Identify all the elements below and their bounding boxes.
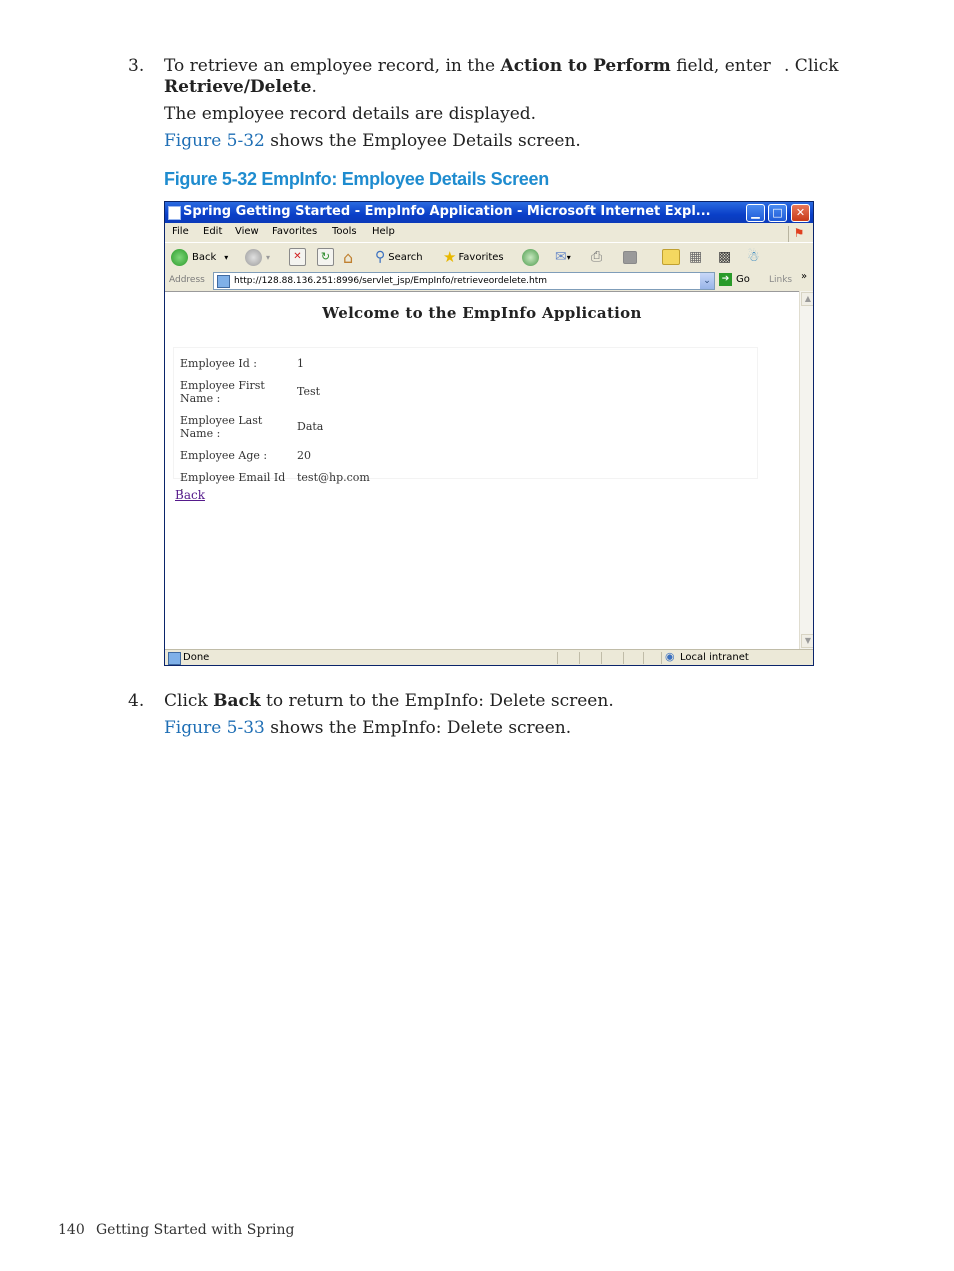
ie-page-icon — [168, 206, 181, 220]
mail-icon: ✉ — [555, 249, 567, 265]
employee-first-name-label: Employee First Name : — [180, 379, 265, 405]
windows-logo-icon: ⚑ — [788, 226, 809, 242]
step-4-line1: Click Back to return to the EmpInfo: Del… — [164, 691, 614, 711]
back-arrow-icon — [171, 248, 188, 266]
maximize-button[interactable]: □ — [768, 204, 787, 222]
discuss-icon — [662, 249, 680, 265]
employee-last-name-value: Data — [297, 420, 324, 433]
page-heading: Welcome to the EmpInfo Application — [322, 304, 642, 322]
back-link[interactable]: Back — [175, 488, 205, 502]
history-button[interactable] — [522, 247, 543, 267]
window-title: Spring Getting Started - EmpInfo Applica… — [183, 204, 711, 219]
menu-tools[interactable]: Tools — [332, 226, 357, 237]
favorites-star-icon: ★ — [443, 248, 457, 266]
research-icon: ▦ — [689, 249, 703, 265]
step-3-line1: To retrieve an employee record, in the A… — [164, 56, 771, 76]
links-label[interactable]: Links — [769, 275, 792, 285]
edit-icon — [623, 250, 637, 264]
menu-file[interactable]: File — [172, 226, 189, 237]
address-dropdown-icon[interactable]: ⌄ — [700, 273, 714, 289]
go-button[interactable]: ➔ Go — [719, 273, 750, 286]
menu-help[interactable]: Help — [372, 226, 395, 237]
go-arrow-icon: ➔ — [719, 273, 732, 286]
print-icon: ⎙ — [591, 249, 603, 265]
step-4-number: 4. — [128, 691, 145, 711]
intranet-globe-icon: ◉ — [665, 650, 675, 663]
search-button[interactable]: ⚲ Search — [375, 247, 423, 267]
vertical-scrollbar[interactable]: ▲ ▼ — [799, 291, 813, 649]
page-done-icon — [168, 652, 181, 665]
minimize-button[interactable]: ▁ — [746, 204, 765, 222]
address-input[interactable]: http://128.88.136.251:8996/servlet_jsp/E… — [213, 272, 715, 290]
binary-tool-button[interactable]: ▩ — [718, 247, 731, 267]
address-label: Address — [169, 275, 205, 285]
close-button[interactable]: ✕ — [791, 204, 810, 222]
page-content: Welcome to the EmpInfo Application Emplo… — [165, 291, 799, 650]
menu-bar: File Edit View Favorites Tools Help ⚑ — [165, 223, 813, 242]
figure-5-32-link[interactable]: Figure 5-32 — [164, 131, 265, 151]
employee-age-value: 20 — [297, 449, 311, 462]
employee-id-label: Employee Id : — [180, 357, 257, 370]
research-button[interactable]: ▦ — [689, 247, 702, 267]
mail-button[interactable]: ✉ ▾ — [555, 247, 571, 267]
refresh-button[interactable]: ↻ — [317, 247, 334, 267]
footer-title: Getting Started with Spring — [96, 1222, 295, 1238]
messenger-button[interactable]: ☃ — [747, 247, 760, 267]
links-chevron-icon[interactable]: » — [801, 271, 807, 282]
step-4-figure-ref: Figure 5-33 shows the EmpInfo: Delete sc… — [164, 718, 572, 738]
employee-email-value: test@hp.com — [297, 471, 370, 484]
messenger-icon: ☃ — [747, 249, 760, 265]
status-text: Done — [183, 652, 210, 663]
menu-view[interactable]: View — [235, 226, 259, 237]
browser-window: Spring Getting Started - EmpInfo Applica… — [164, 201, 814, 666]
step-3-details: The employee record details are displaye… — [164, 104, 537, 124]
address-bar: Address http://128.88.136.251:8996/servl… — [165, 271, 813, 291]
home-button[interactable]: ⌂ — [343, 247, 353, 267]
refresh-icon: ↻ — [317, 248, 334, 266]
scroll-down-icon[interactable]: ▼ — [801, 634, 813, 648]
menu-edit[interactable]: Edit — [203, 226, 222, 237]
discuss-button[interactable] — [662, 247, 680, 267]
history-icon — [522, 248, 539, 266]
employee-first-name-value: Test — [297, 385, 321, 398]
stop-button[interactable]: ✕ — [289, 247, 306, 267]
step-3-number: 3. — [128, 56, 145, 76]
status-bar: Done ◉ Local intranet — [165, 649, 813, 665]
edit-button[interactable] — [623, 247, 637, 267]
print-button[interactable]: ⎙ — [591, 247, 602, 267]
zone-text: Local intranet — [680, 652, 749, 663]
scroll-up-icon[interactable]: ▲ — [801, 292, 813, 306]
back-dropdown-icon[interactable]: ▾ — [224, 253, 228, 262]
forward-button[interactable]: ▾ — [245, 247, 270, 267]
figure-caption: Figure 5-32 EmpInfo: Employee Details Sc… — [164, 169, 549, 189]
employee-id-value: 1 — [297, 357, 304, 370]
employee-last-name-label: Employee Last Name : — [180, 414, 263, 440]
step-3-line2: Retrieve/Delete. — [164, 77, 317, 97]
binary-tool-icon: ▩ — [718, 249, 732, 265]
mail-dropdown-icon[interactable]: ▾ — [567, 253, 571, 262]
forward-dropdown-icon[interactable]: ▾ — [266, 253, 270, 262]
back-button[interactable]: Back ▾ — [171, 247, 228, 267]
employee-age-label: Employee Age : — [180, 449, 268, 462]
footer-page-number: 140 — [58, 1222, 85, 1238]
search-icon: ⚲ — [375, 249, 386, 265]
step-3-click: . Click — [784, 56, 839, 76]
forward-arrow-icon — [245, 248, 262, 266]
menu-favorites[interactable]: Favorites — [272, 226, 317, 237]
step-3-figure-ref: Figure 5-32 shows the Employee Details s… — [164, 131, 581, 151]
favorites-button[interactable]: ★ Favorites — [443, 247, 504, 267]
title-bar: Spring Getting Started - EmpInfo Applica… — [165, 202, 813, 223]
toolbar: Back ▾ ▾ ✕ ↻ ⌂ ⚲ Search ★ Favorites ✉ ▾ ⎙ … — [165, 242, 813, 272]
employee-details-table: Employee Id : 1 Employee First Name : Te… — [173, 347, 758, 497]
stop-icon: ✕ — [289, 248, 306, 266]
figure-5-33-link[interactable]: Figure 5-33 — [164, 718, 265, 738]
page-icon — [217, 275, 230, 288]
home-icon: ⌂ — [343, 247, 354, 267]
